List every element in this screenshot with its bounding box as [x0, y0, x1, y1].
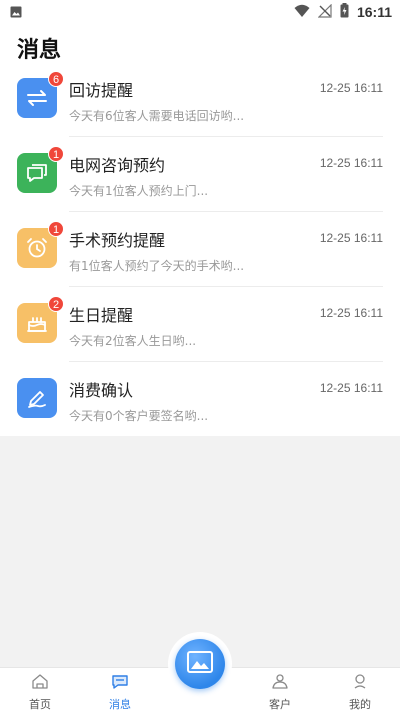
- list-item-consumption-confirm[interactable]: 消费确认 12-25 16:11 今天有0个客户要签名哟...: [0, 362, 400, 437]
- home-icon: [31, 673, 49, 694]
- message-title: 生日提醒: [69, 306, 134, 325]
- message-title: 电网咨询预约: [69, 156, 166, 175]
- message-time: 12-25 16:11: [319, 381, 383, 395]
- battery-charging-icon: [340, 2, 349, 22]
- nav-home[interactable]: 首页: [10, 673, 70, 711]
- unread-badge: 1: [48, 221, 64, 237]
- message-preview: 有1位客人预约了今天的手术哟...: [69, 259, 245, 273]
- message-icon: [111, 673, 129, 694]
- customers-icon: [271, 673, 289, 694]
- nav-messages[interactable]: 消息: [90, 673, 150, 711]
- message-list: 6 回访提醒 12-25 16:11 今天有6位客人需要电话回访哟... 1 电…: [0, 62, 400, 437]
- message-title: 手术预约提醒: [69, 231, 166, 250]
- unread-badge: 1: [48, 146, 64, 162]
- nav-mine[interactable]: 我的: [330, 673, 390, 711]
- list-item-online-consult[interactable]: 1 电网咨询预约 12-25 16:11 今天有1位客人预约上门...: [0, 137, 400, 212]
- message-preview: 今天有2位客人生日哟...: [69, 334, 197, 348]
- message-panel: 消息 6 回访提醒 12-25 16:11 今天有6位客人需要电话回访哟...: [0, 24, 400, 436]
- user-icon: [351, 673, 369, 694]
- pen-sign-icon: [17, 378, 57, 418]
- message-preview: 今天有0个客户要签名哟...: [69, 409, 209, 423]
- no-signal-icon: [317, 3, 332, 22]
- status-bar: 16:11: [0, 0, 400, 24]
- list-item-surgery-reminder[interactable]: 1 手术预约提醒 12-25 16:11 有1位客人预约了今天的手术哟...: [0, 212, 400, 287]
- gallery-notification-icon: [10, 3, 22, 22]
- nav-mine-label: 我的: [349, 698, 371, 711]
- nav-customers-label: 客户: [269, 698, 291, 711]
- nav-customers[interactable]: 客户: [250, 673, 310, 711]
- message-title: 消费确认: [69, 381, 134, 400]
- message-preview: 今天有6位客人需要电话回访哟...: [69, 109, 245, 123]
- center-action-button[interactable]: [175, 639, 225, 689]
- unread-badge: 6: [48, 71, 64, 87]
- message-preview: 今天有1位客人预约上门...: [69, 184, 209, 198]
- image-icon: [187, 651, 213, 677]
- nav-home-label: 首页: [29, 698, 51, 711]
- wifi-icon: [294, 3, 310, 22]
- list-item-return-visit[interactable]: 6 回访提醒 12-25 16:11 今天有6位客人需要电话回访哟...: [0, 62, 400, 137]
- page-title: 消息: [17, 38, 62, 63]
- message-time: 12-25 16:11: [319, 156, 383, 170]
- message-time: 12-25 16:11: [319, 306, 383, 320]
- clock-time: 16:11: [356, 4, 392, 20]
- message-time: 12-25 16:11: [319, 81, 383, 95]
- nav-messages-label: 消息: [109, 698, 131, 711]
- message-title: 回访提醒: [69, 81, 134, 100]
- list-item-birthday-reminder[interactable]: 2 生日提醒 12-25 16:11 今天有2位客人生日哟...: [0, 287, 400, 362]
- unread-badge: 2: [48, 296, 64, 312]
- message-time: 12-25 16:11: [319, 231, 383, 245]
